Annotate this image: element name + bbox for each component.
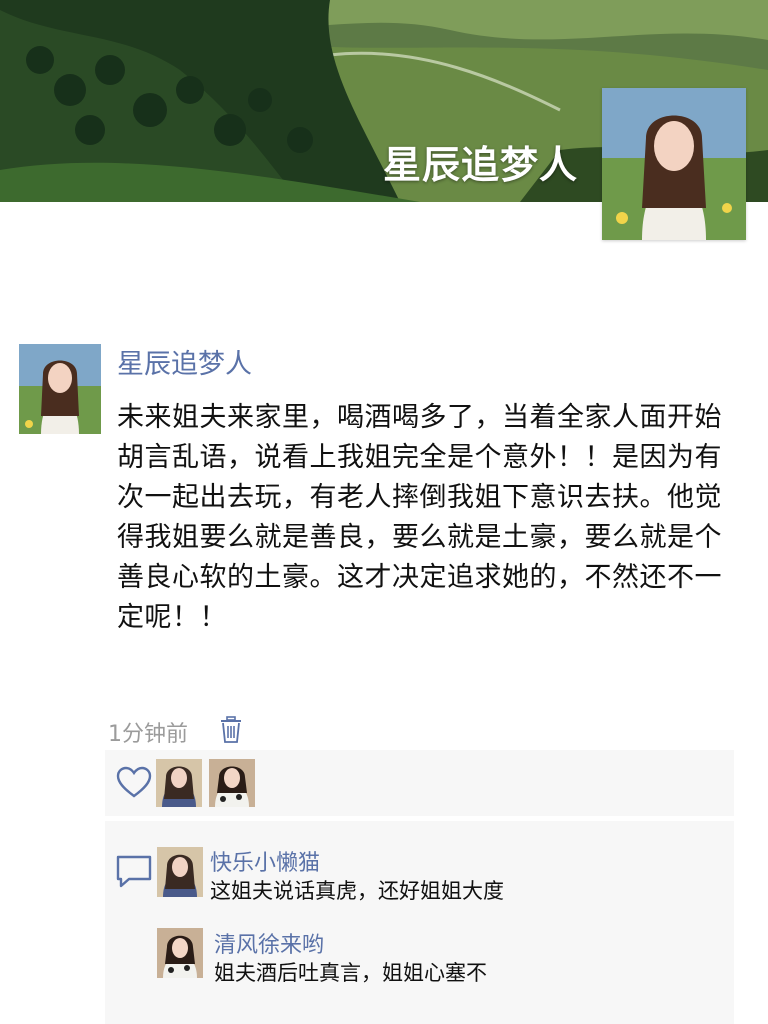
commenter-name[interactable]: 快乐小懒猫 [210, 845, 320, 877]
post-timestamp: 1分钟前 [108, 722, 188, 747]
likes-panel [105, 750, 734, 816]
post-author-avatar[interactable] [19, 344, 101, 434]
comments-panel: 快乐小懒猫 这姐夫说话真虎，还好姐姐大度 清风徐来哟 姐夫酒后吐真言，姐姐心塞不 [105, 821, 734, 1024]
post-author-name[interactable]: 星辰追梦人 [117, 342, 252, 381]
comment-text: 这姐夫说话真虎，还好姐姐大度 [210, 879, 504, 903]
commenter-avatar[interactable] [157, 847, 203, 897]
commenter-name[interactable]: 清风徐来哟 [214, 927, 324, 959]
profile-avatar[interactable] [602, 88, 746, 240]
profile-name: 星辰追梦人 [382, 143, 578, 187]
comment-icon[interactable] [113, 851, 155, 891]
like-avatar[interactable] [156, 759, 202, 807]
post-text: 未来姐夫来家里，喝酒喝多了，当着全家人面开始胡言乱语，说看上我姐完全是个意外！！… [117, 402, 722, 633]
like-avatar[interactable] [209, 759, 255, 807]
comment-text: 姐夫酒后吐真言，姐姐心塞不 [214, 961, 487, 985]
trash-icon[interactable] [220, 716, 242, 744]
heart-icon[interactable] [115, 764, 153, 802]
commenter-avatar[interactable] [157, 928, 203, 978]
